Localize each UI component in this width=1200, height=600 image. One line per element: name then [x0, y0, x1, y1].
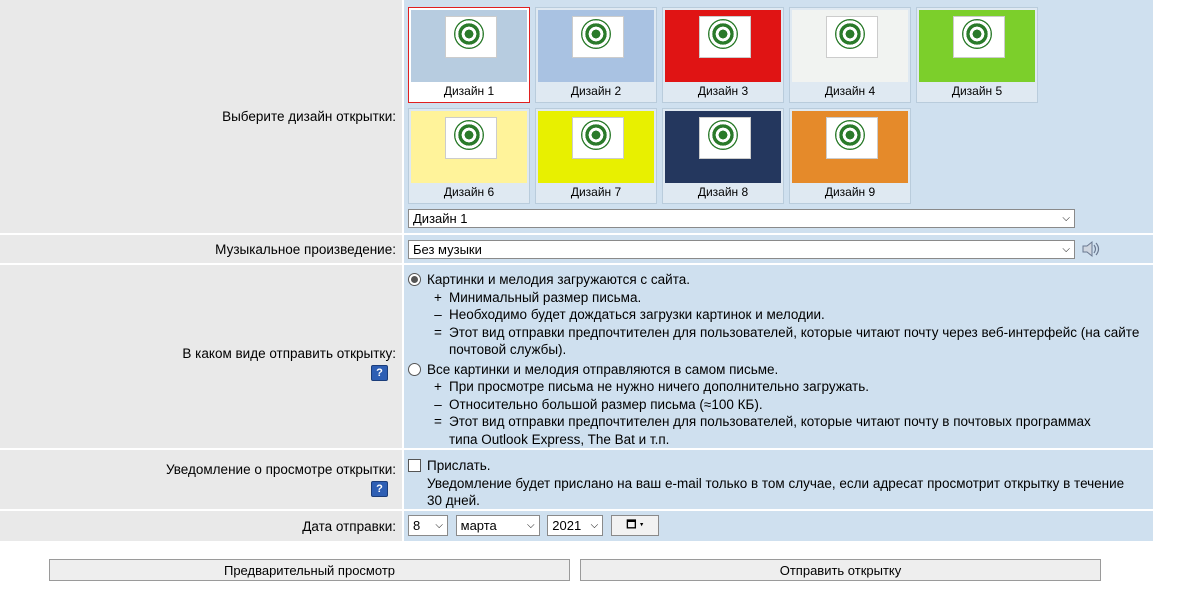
music-value: Без музыки ⌵	[404, 235, 1153, 263]
chevron-down-icon: ⌵	[1062, 213, 1070, 224]
send-mode-row: В каком виде отправить открытку: ? Карти…	[0, 263, 1153, 448]
chevron-down-icon: ⌵	[1062, 243, 1070, 255]
notify-row: Уведомление о просмотре открытки: ? Прис…	[0, 448, 1153, 509]
send-mode-label: В каком виде отправить открытку: ?	[0, 265, 402, 448]
design-preview-image	[792, 111, 908, 183]
design-value: Дизайн 1 Дизайн 2 Дизайн 3 Дизайн 4 Дизайн 5…	[404, 0, 1153, 233]
calendar-icon[interactable]: 🗖 ▾	[610, 515, 659, 536]
year-select[interactable]: 2021 ⌵	[547, 515, 604, 536]
design-preview-image	[411, 10, 527, 82]
design-thumb-label: Дизайн 2	[570, 84, 622, 98]
design-preview-image	[411, 111, 527, 183]
music-select[interactable]: Без музыки ⌵	[408, 239, 1075, 259]
design-preview-image	[919, 10, 1035, 82]
date-label: Дата отправки:	[0, 511, 402, 541]
design-thumb[interactable]: Дизайн 7	[535, 108, 657, 204]
notify-checkbox[interactable]	[408, 459, 421, 472]
design-label: Выберите дизайн открытки:	[0, 0, 402, 233]
chevron-down-icon: ⌵	[435, 520, 443, 531]
send-button[interactable]: Отправить открытку	[580, 559, 1101, 581]
send-mode-option-site[interactable]: Картинки и мелодия загружаются с сайта. …	[408, 271, 1153, 359]
design-thumb-label: Дизайн 4	[824, 84, 876, 98]
help-icon[interactable]: ?	[371, 481, 388, 497]
design-thumb-label: Дизайн 5	[951, 84, 1003, 98]
speaker-icon[interactable]	[1080, 239, 1102, 259]
preview-button[interactable]: Предварительный просмотр	[49, 559, 570, 581]
postcard-form: Выберите дизайн открытки: Дизайн 1 Дизайн…	[0, 0, 1153, 541]
music-label: Музыкальное произведение:	[0, 235, 402, 263]
design-thumb-label: Дизайн 9	[824, 185, 876, 199]
month-select[interactable]: марта ⌵	[455, 515, 540, 536]
day-select[interactable]: 8 ⌵	[408, 515, 448, 536]
radio-site[interactable]	[408, 273, 421, 286]
design-preview-image	[538, 111, 654, 183]
notify-label: Уведомление о просмотре открытки: ?	[0, 450, 402, 509]
notify-option[interactable]: Прислать. Уведомление будет прислано на …	[408, 457, 1153, 510]
design-thumb-label: Дизайн 8	[697, 185, 749, 199]
design-thumb[interactable]: Дизайн 3	[662, 7, 784, 103]
design-thumbnails: Дизайн 1 Дизайн 2 Дизайн 3 Дизайн 4 Дизайн 5…	[408, 0, 1153, 204]
design-preview-image	[538, 10, 654, 82]
design-thumb[interactable]: Дизайн 6	[408, 108, 530, 204]
design-thumb-label: Дизайн 7	[570, 185, 622, 199]
date-row: Дата отправки: 8 ⌵ марта ⌵ 2021 ⌵ 🗖 ▾	[0, 509, 1153, 541]
design-preview-image	[665, 111, 781, 183]
design-preview-image	[792, 10, 908, 82]
design-thumb-label: Дизайн 6	[443, 185, 495, 199]
design-preview-image	[665, 10, 781, 82]
design-thumb[interactable]: Дизайн 1	[408, 7, 530, 103]
design-thumb[interactable]: Дизайн 5	[916, 7, 1038, 103]
design-thumb[interactable]: Дизайн 8	[662, 108, 784, 204]
notify-value: Прислать. Уведомление будет прислано на …	[404, 450, 1153, 509]
design-select[interactable]: Дизайн 1 ⌵	[408, 209, 1075, 228]
chevron-down-icon: ⌵	[527, 520, 535, 531]
design-thumb[interactable]: Дизайн 2	[535, 7, 657, 103]
help-icon[interactable]: ?	[371, 365, 388, 381]
send-mode-value: Картинки и мелодия загружаются с сайта. …	[404, 265, 1153, 448]
send-mode-option-email[interactable]: Все картинки и мелодия отправляются в са…	[408, 361, 1153, 449]
radio-email[interactable]	[408, 362, 421, 376]
chevron-down-icon: ⌵	[590, 520, 599, 531]
design-row: Выберите дизайн открытки: Дизайн 1 Дизайн…	[0, 0, 1153, 233]
date-value: 8 ⌵ марта ⌵ 2021 ⌵ 🗖 ▾	[404, 511, 1153, 541]
design-thumb[interactable]: Дизайн 9	[789, 108, 911, 204]
design-thumb-label: Дизайн 1	[443, 84, 495, 98]
design-thumb[interactable]: Дизайн 4	[789, 7, 911, 103]
music-row: Музыкальное произведение: Без музыки ⌵	[0, 233, 1153, 263]
design-thumb-label: Дизайн 3	[697, 84, 749, 98]
